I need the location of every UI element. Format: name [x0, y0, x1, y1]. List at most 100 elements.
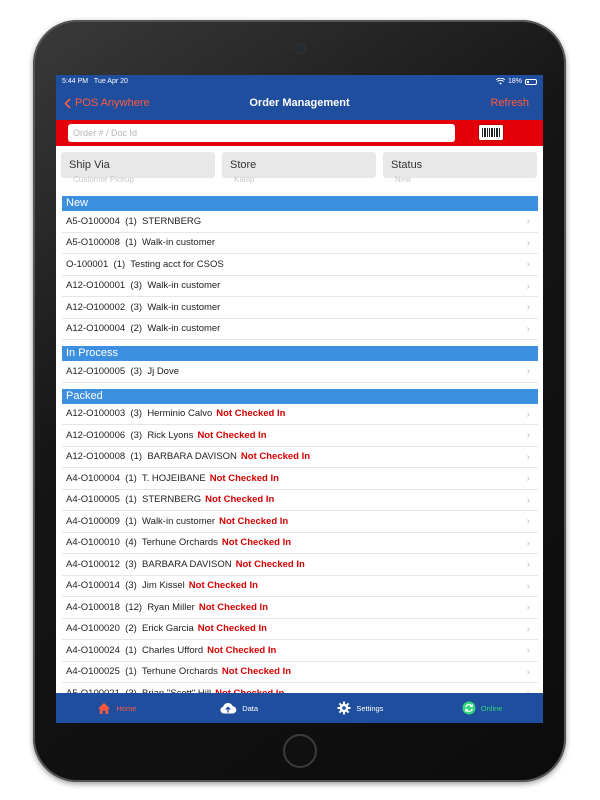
not-checked-in-badge: Not Checked In	[205, 494, 275, 506]
chevron-right-icon: ›	[526, 366, 530, 377]
not-checked-in-badge: Not Checked In	[207, 644, 277, 656]
chevron-right-icon: ›	[526, 494, 530, 506]
sync-icon	[462, 701, 476, 715]
home-hardware-button[interactable]	[283, 734, 317, 768]
order-list[interactable]: New A5-O100004 (1) STERNBERG › A5-O100008 (…	[56, 196, 543, 693]
order-row[interactable]: O-100001 (1) Testing acct for CSOS ›	[62, 254, 538, 276]
chevron-right-icon: ›	[526, 537, 530, 549]
section-header: Packed	[62, 388, 538, 404]
order-row[interactable]: A4-O100024 (1) Charles Ufford Not Checked…	[62, 640, 538, 662]
order-row[interactable]: A4-O100020 (2) Erick Garcia Not Checked I…	[62, 619, 538, 640]
tab-online-label: Online	[480, 703, 503, 713]
wifi-icon	[495, 78, 505, 85]
order-row-text: A4-O100024 (1) Charles Ufford	[66, 644, 204, 656]
order-row[interactable]: A4-O100018 (12) Ryan Miller Not Checked I…	[62, 597, 538, 619]
camera-icon	[296, 44, 305, 53]
order-row-text: A12-O100001 (3) Walk-in customer	[66, 280, 221, 292]
chevron-right-icon: ›	[526, 602, 530, 613]
order-row-text: A12-O100004 (2) Walk-in customer	[66, 323, 221, 335]
order-row-text: A4-O100014 (3) Jim Kissel	[66, 580, 185, 592]
order-row-text: A4-O100009 (1) Walk-in customer	[66, 515, 216, 527]
chevron-right-icon: ›	[526, 516, 530, 527]
chevron-right-icon: ›	[526, 216, 530, 227]
order-row[interactable]: A12-O100008 (1) BARBARA DAVISON Not Check…	[62, 447, 538, 468]
order-row[interactable]: A12-O100003 (3) Herminio Calvo Not Checke…	[62, 404, 538, 425]
chevron-right-icon: ›	[526, 623, 530, 635]
search-bar	[56, 120, 543, 146]
tab-bar: Home Data Settings Online	[56, 693, 543, 723]
order-row-text: A12-O100006 (3) Rick Lyons	[66, 429, 194, 441]
tab-data-label: Data	[242, 703, 259, 713]
section-header: In Process	[62, 346, 538, 361]
chevron-right-icon: ›	[526, 559, 530, 570]
chevron-right-icon: ›	[526, 237, 530, 249]
not-checked-in-badge: Not Checked In	[188, 580, 258, 592]
order-row[interactable]: A12-O100006 (3) Rick Lyons Not Checked In…	[62, 425, 538, 447]
app-screen: 5:44 PM Tue Apr 20 18% POS Anywhere Orde…	[56, 75, 543, 723]
order-row[interactable]: A12-O100002 (3) Walk-in customer ›	[62, 297, 538, 319]
status-label: Status	[391, 159, 423, 171]
order-row[interactable]: A5-O100008 (1) Walk-in customer ›	[62, 233, 538, 254]
not-checked-in-badge: Not Checked In	[240, 451, 311, 463]
section-header: New	[62, 196, 538, 211]
home-icon	[98, 702, 111, 714]
order-row-text: A4-O100012 (3) BARBARA DAVISON	[66, 558, 232, 570]
not-checked-in-badge: Not Checked In	[197, 429, 267, 441]
refresh-button[interactable]: Refresh	[490, 97, 529, 109]
chevron-right-icon: ›	[526, 323, 530, 335]
tab-settings[interactable]: Settings	[300, 693, 422, 723]
tab-home[interactable]: Home	[56, 693, 178, 723]
order-row[interactable]: A12-O100004 (2) Walk-in customer ›	[62, 319, 538, 340]
order-row[interactable]: A4-O100009 (1) Walk-in customer Not Check…	[62, 511, 538, 533]
barcode-scan-icon[interactable]	[478, 124, 504, 141]
chevron-right-icon: ›	[526, 451, 530, 463]
ship-via-label: Ship Via	[69, 159, 110, 171]
order-row[interactable]: A4-O100010 (4) Terhune Orchards Not Check…	[62, 533, 538, 554]
order-row-text: A4-O100005 (1) STERNBERG	[66, 494, 202, 506]
order-row[interactable]: A5-O100021 (3) Brian "Scott" HillNot Che…	[62, 683, 538, 693]
page-title: Order Management	[249, 97, 350, 109]
status-right: 18%	[495, 78, 537, 85]
chevron-right-icon: ›	[526, 473, 530, 484]
order-row-text: A12-O100008 (1) BARBARA DAVISON	[66, 451, 237, 463]
order-row[interactable]: A4-O100025 (1) Terhune Orchards Not Check…	[62, 662, 538, 683]
status-value: New	[395, 175, 412, 184]
tab-home-label: Home	[116, 703, 137, 713]
not-checked-in-badge: Not Checked In	[221, 537, 292, 549]
battery-icon	[525, 78, 537, 85]
order-row[interactable]: A12-O100005 (3) Jj Dove ›	[62, 361, 538, 383]
chevron-right-icon: ›	[526, 408, 530, 420]
order-row-text: A12-O100002 (3) Walk-in customer	[66, 301, 221, 313]
chevron-right-icon: ›	[526, 430, 530, 441]
ship-via-value: Customer Pickup	[73, 175, 134, 184]
chevron-right-icon: ›	[526, 259, 530, 270]
tab-settings-label: Settings	[356, 703, 384, 713]
order-row-text: A4-O100020 (2) Erick Garcia	[66, 623, 194, 635]
order-search-input[interactable]	[68, 124, 455, 142]
not-checked-in-badge: Not Checked In	[221, 666, 292, 678]
order-row[interactable]: A4-O100014 (3) Jim Kissel Not Checked In ›	[62, 576, 538, 597]
chevron-right-icon: ›	[526, 302, 530, 313]
order-row-text: A12-O100005 (3) Jj Dove	[66, 365, 180, 377]
order-row[interactable]: A12-O100001 (3) Walk-in customer ›	[62, 276, 538, 297]
chevron-right-icon: ›	[526, 645, 530, 656]
filter-bar: Ship Via Customer Pickup Store Kalep Sta…	[56, 146, 543, 190]
not-checked-in-badge: Not Checked In	[235, 558, 305, 570]
not-checked-in-badge: Not Checked In	[209, 472, 279, 484]
not-checked-in-badge: Not Checked In	[216, 408, 286, 420]
order-row[interactable]: A4-O100004 (1) T. HOJEIBANE Not Checked I…	[62, 468, 538, 490]
tab-data[interactable]: Data	[178, 693, 300, 723]
cloud-upload-icon	[220, 703, 237, 714]
tab-online[interactable]: Online	[421, 693, 543, 723]
chevron-right-icon: ›	[526, 280, 530, 292]
order-row-text: A4-O100025 (1) Terhune Orchards	[66, 666, 218, 678]
chevron-right-icon: ›	[526, 580, 530, 592]
navigation-bar: POS Anywhere Order Management Refresh	[56, 88, 543, 120]
order-row[interactable]: A4-O100012 (3) BARBARA DAVISON Not Checke…	[62, 554, 538, 576]
order-row[interactable]: A4-O100005 (1) STERNBERG Not Checked In ›	[62, 490, 538, 511]
status-bar: 5:44 PM Tue Apr 20 18%	[56, 75, 543, 88]
order-row[interactable]: A5-O100004 (1) STERNBERG ›	[62, 211, 538, 233]
store-value: Kalep	[234, 175, 255, 184]
order-row-text: A4-O100018 (12) Ryan Miller	[66, 601, 195, 613]
battery-percent: 18%	[507, 78, 522, 85]
